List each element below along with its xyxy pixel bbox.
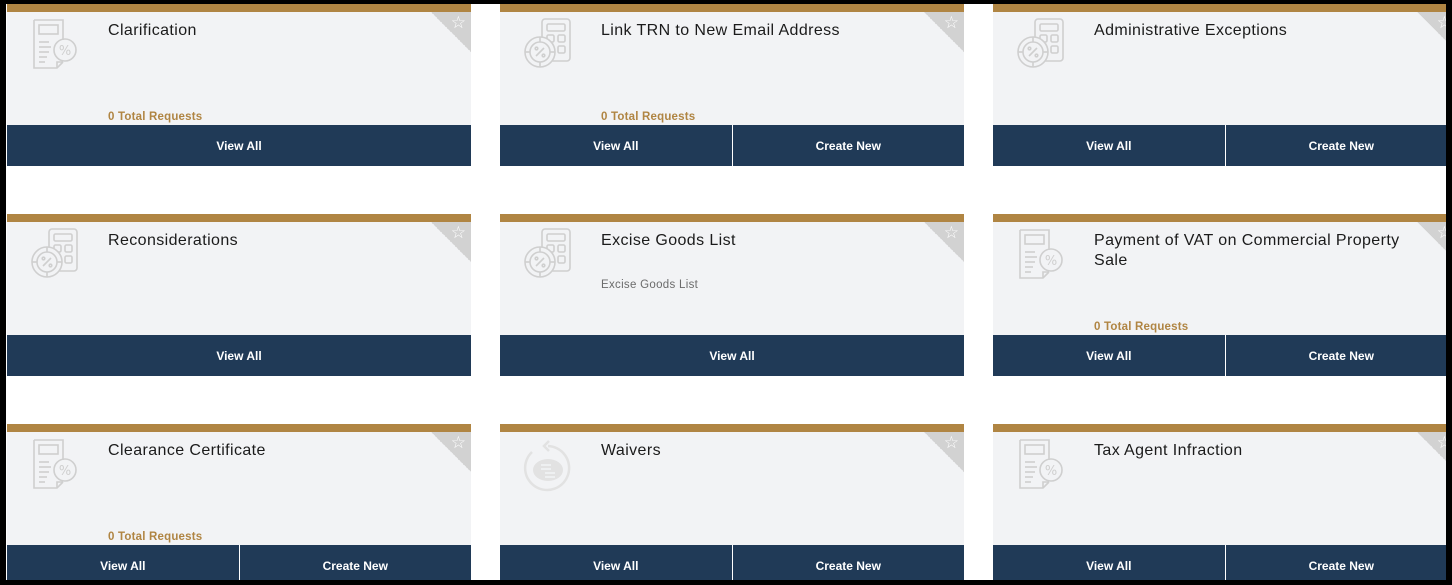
svg-text:%: %: [59, 464, 71, 479]
card-accent-bar: [993, 214, 1446, 222]
refund-coins-icon: [520, 436, 576, 492]
star-outline-icon: ☆: [1436, 13, 1446, 33]
view-all-button[interactable]: View All: [500, 545, 732, 580]
total-requests-count: 0 Total Requests: [1094, 321, 1189, 333]
star-outline-icon: ☆: [1436, 433, 1446, 453]
card-body: Waivers ☆: [500, 432, 964, 545]
tax-document-percent-icon: %: [1013, 436, 1069, 492]
calculator-percent-coin-icon: [520, 226, 576, 282]
card-body: Administrative Exceptions ☆: [993, 12, 1446, 125]
tax-document-percent-icon: %: [1013, 226, 1069, 282]
card-body: % Payment of VAT on Commercial Property …: [993, 222, 1446, 335]
create-new-button[interactable]: Create New: [1224, 545, 1446, 580]
card-title: Tax Agent Infraction: [1094, 442, 1243, 459]
service-card: Administrative Exceptions ☆ View All Create…: [993, 4, 1446, 166]
card-body: % Clarification 0 Total Requests ☆: [7, 12, 471, 125]
card-actions: View All Create New: [993, 545, 1446, 580]
view-all-button[interactable]: View All: [500, 335, 964, 376]
card-title: Waivers: [601, 442, 661, 459]
card-actions: View All Create New: [500, 125, 964, 166]
card-body: Excise Goods List Excise Goods List ☆: [500, 222, 964, 335]
view-all-button[interactable]: View All: [7, 545, 239, 580]
card-actions: View All: [7, 125, 471, 166]
svg-text:%: %: [1045, 254, 1057, 269]
favorite-toggle[interactable]: ☆: [1417, 222, 1446, 262]
service-card: % Tax Agent Infraction ☆ View All Create Ne…: [993, 424, 1446, 580]
view-all-button[interactable]: View All: [993, 545, 1225, 580]
service-card: Excise Goods List Excise Goods List ☆ View …: [500, 214, 964, 376]
tax-document-percent-icon: %: [27, 436, 83, 492]
view-all-button[interactable]: View All: [993, 125, 1225, 166]
tax-document-percent-icon: %: [27, 16, 83, 72]
card-accent-bar: [7, 214, 471, 222]
favorite-toggle[interactable]: ☆: [924, 432, 964, 472]
favorite-toggle[interactable]: ☆: [924, 222, 964, 262]
card-title: Reconsiderations: [108, 232, 239, 249]
create-new-button[interactable]: Create New: [731, 545, 964, 580]
service-card: Reconsiderations ☆ View All: [7, 214, 471, 376]
card-actions: View All Create New: [7, 545, 471, 580]
card-title: Payment of VAT on Commercial Property Sa…: [1094, 232, 1400, 269]
card-body: % Clearance Certificate 0 Total Requests ☆: [7, 432, 471, 545]
calculator-percent-coin-icon: [1013, 16, 1069, 72]
calculator-percent-coin-icon: [520, 16, 576, 72]
card-subtitle: Excise Goods List: [601, 279, 699, 291]
card-actions: View All Create New: [500, 545, 964, 580]
card-accent-bar: [500, 4, 964, 12]
total-requests-count: 0 Total Requests: [601, 111, 696, 123]
view-all-button[interactable]: View All: [500, 125, 732, 166]
view-all-button[interactable]: View All: [7, 125, 471, 166]
card-actions: View All Create New: [993, 125, 1446, 166]
card-accent-bar: [500, 214, 964, 222]
favorite-toggle[interactable]: ☆: [1417, 12, 1446, 52]
favorite-toggle[interactable]: ☆: [431, 432, 471, 472]
svg-text:%: %: [1045, 464, 1057, 479]
calculator-percent-coin-icon: [27, 226, 83, 282]
card-actions: View All Create New: [993, 335, 1446, 376]
card-actions: View All: [7, 335, 471, 376]
create-new-button[interactable]: Create New: [731, 125, 964, 166]
create-new-button[interactable]: Create New: [1224, 335, 1446, 376]
total-requests-count: 0 Total Requests: [108, 111, 203, 123]
services-grid: % Clarification 0 Total Requests ☆ View All…: [6, 4, 1446, 580]
card-accent-bar: [7, 4, 471, 12]
star-outline-icon: ☆: [943, 433, 959, 453]
card-accent-bar: [993, 424, 1446, 432]
service-card: % Payment of VAT on Commercial Property …: [993, 214, 1446, 376]
card-title: Clearance Certificate: [108, 442, 266, 459]
card-body: Reconsiderations ☆: [7, 222, 471, 335]
card-accent-bar: [500, 424, 964, 432]
star-outline-icon: ☆: [943, 13, 959, 33]
card-body: % Tax Agent Infraction ☆: [993, 432, 1446, 545]
service-card: Waivers ☆ View All Create New: [500, 424, 964, 580]
star-outline-icon: ☆: [943, 223, 959, 243]
card-title: Link TRN to New Email Address: [601, 22, 840, 39]
star-outline-icon: ☆: [450, 433, 466, 453]
svg-text:%: %: [59, 44, 71, 59]
card-title: Administrative Exceptions: [1094, 22, 1288, 39]
card-accent-bar: [993, 4, 1446, 12]
total-requests-count: 0 Total Requests: [108, 531, 203, 543]
star-outline-icon: ☆: [450, 13, 466, 33]
create-new-button[interactable]: Create New: [238, 545, 471, 580]
favorite-toggle[interactable]: ☆: [1417, 432, 1446, 472]
service-card: Link TRN to New Email Address 0 Total Req…: [500, 4, 964, 166]
create-new-button[interactable]: Create New: [1224, 125, 1446, 166]
favorite-toggle[interactable]: ☆: [431, 12, 471, 52]
card-title: Clarification: [108, 22, 197, 39]
favorite-toggle[interactable]: ☆: [431, 222, 471, 262]
favorite-toggle[interactable]: ☆: [924, 12, 964, 52]
card-accent-bar: [7, 424, 471, 432]
service-card: % Clarification 0 Total Requests ☆ View All: [7, 4, 471, 166]
card-actions: View All: [500, 335, 964, 376]
view-all-button[interactable]: View All: [993, 335, 1225, 376]
star-outline-icon: ☆: [450, 223, 466, 243]
service-card: % Clearance Certificate 0 Total Requests ☆…: [7, 424, 471, 580]
star-outline-icon: ☆: [1436, 223, 1446, 243]
card-body: Link TRN to New Email Address 0 Total Req…: [500, 12, 964, 125]
view-all-button[interactable]: View All: [7, 335, 471, 376]
card-title: Excise Goods List: [601, 232, 736, 249]
